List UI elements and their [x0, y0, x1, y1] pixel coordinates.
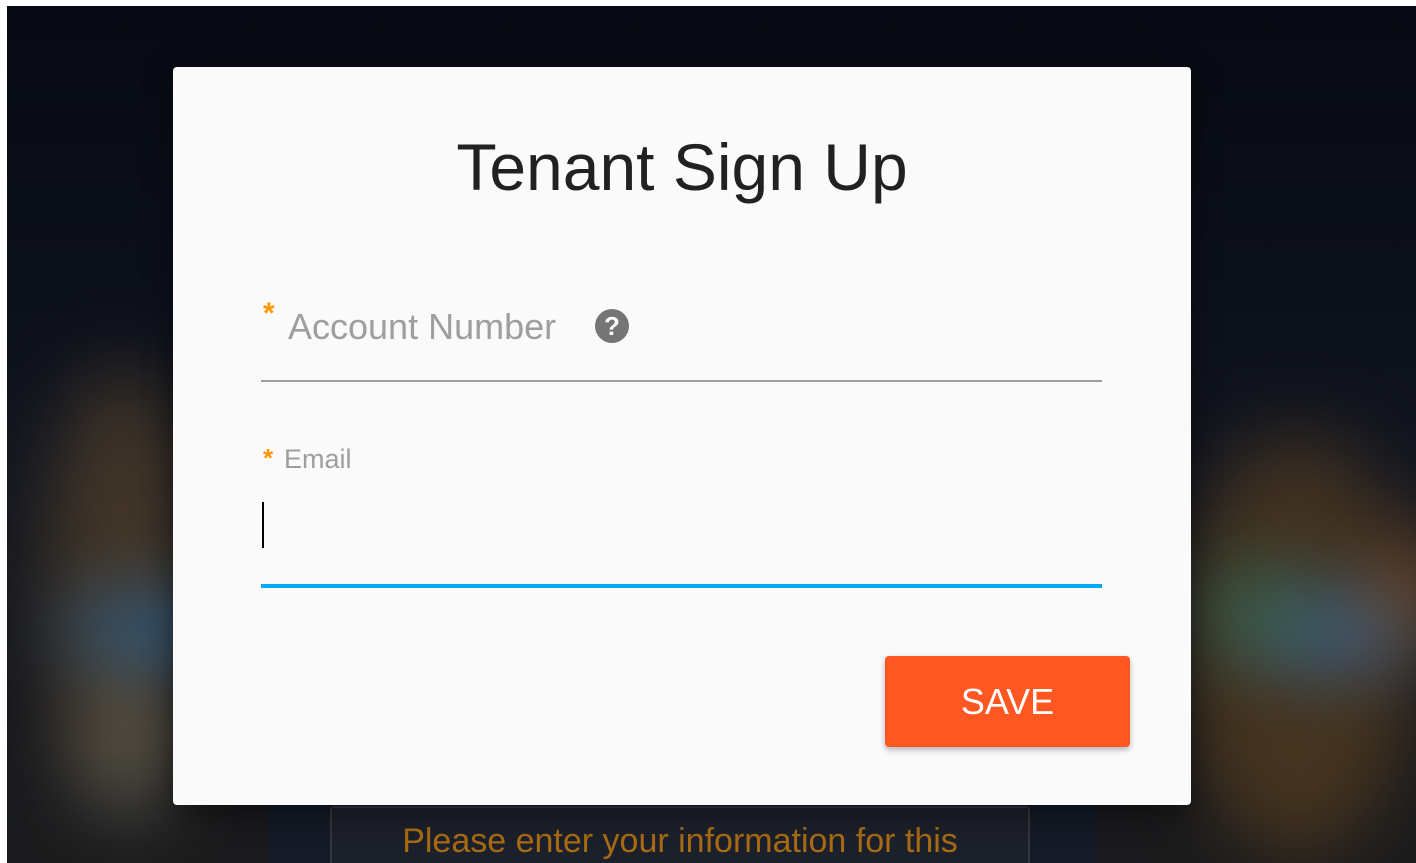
modal-title: Tenant Sign Up: [456, 130, 908, 204]
account-number-field: * Account Number ?: [261, 297, 1102, 383]
background-message: Please enter your information for this: [402, 822, 958, 860]
text-cursor: [262, 502, 264, 548]
screen: Please enter your information for this T…: [0, 0, 1416, 863]
email-field: * Email: [261, 439, 1102, 589]
required-marker: *: [263, 443, 274, 473]
question-circle-icon[interactable]: ?: [595, 309, 629, 343]
email-underline-focused: [261, 584, 1102, 588]
save-button[interactable]: SAVE: [885, 656, 1130, 747]
tenant-signup-modal: Tenant Sign Up * Account Number ? * Emai…: [173, 67, 1191, 805]
account-number-input[interactable]: [261, 343, 1102, 379]
required-marker: *: [263, 297, 275, 330]
email-label: Email: [284, 444, 352, 474]
email-input[interactable]: [261, 501, 1102, 547]
account-number-underline: [261, 380, 1102, 382]
